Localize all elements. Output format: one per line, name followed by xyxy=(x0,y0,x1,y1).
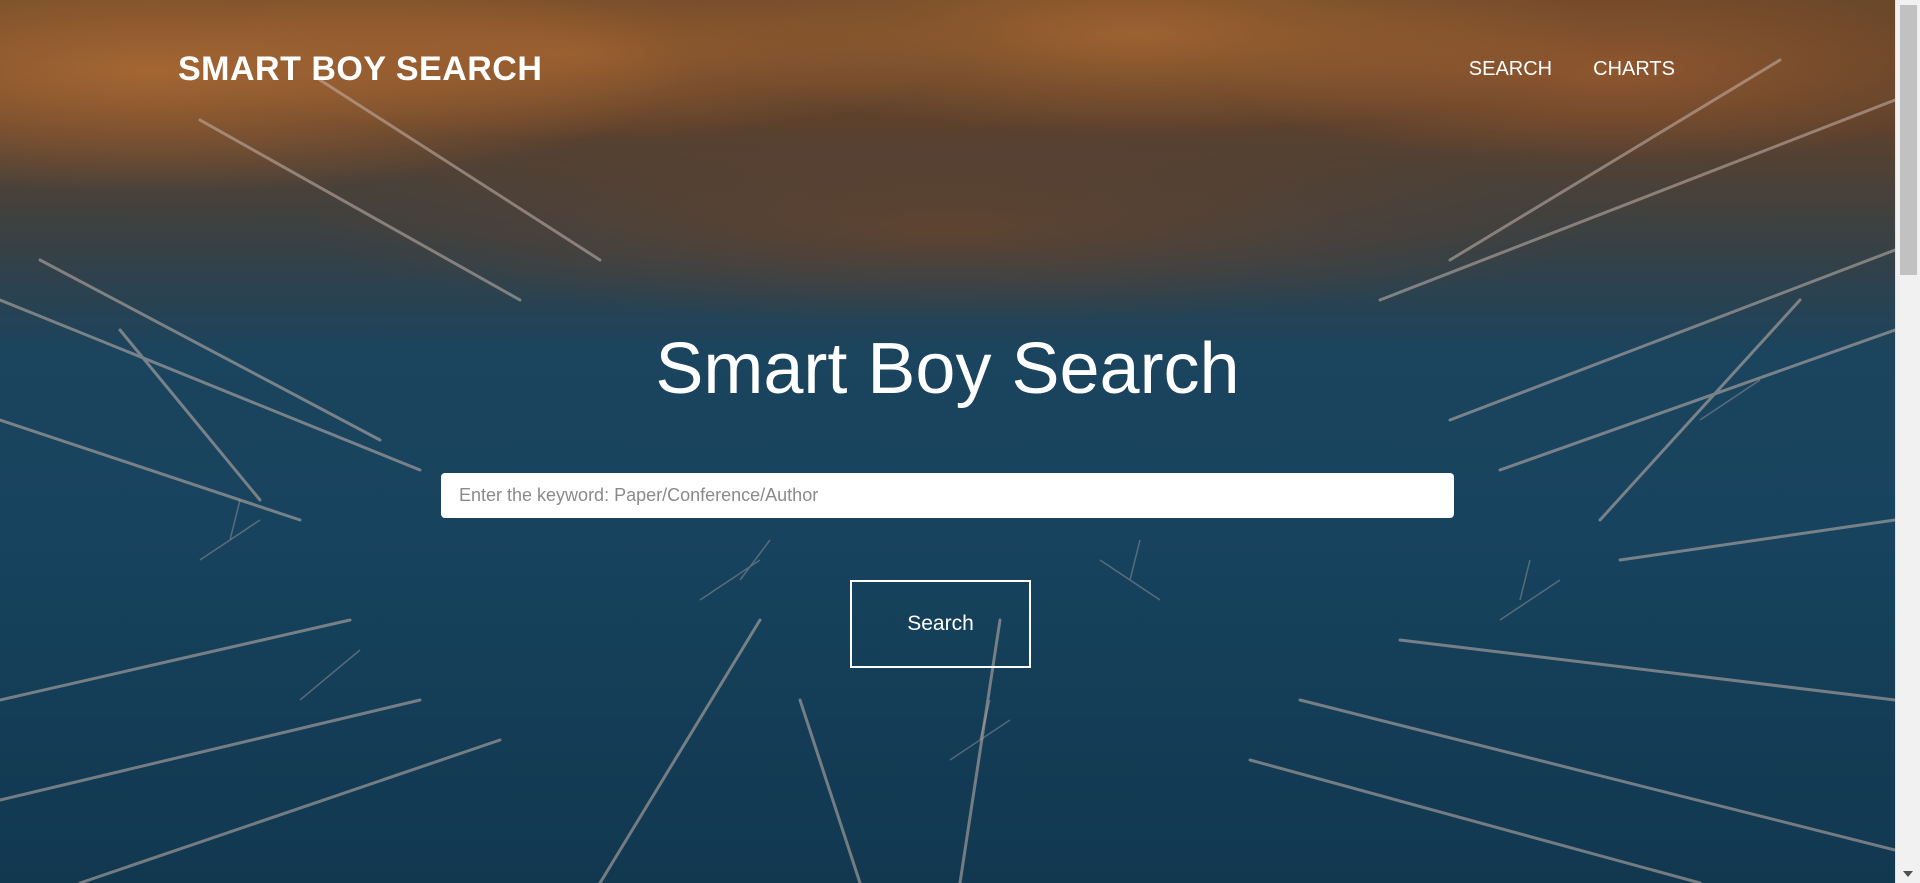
top-navbar: SMART BOY SEARCH SEARCH CHARTS xyxy=(0,0,1895,140)
search-input[interactable] xyxy=(441,473,1454,518)
nav-link-charts[interactable]: CHARTS xyxy=(1593,58,1675,81)
hero-title: Smart Boy Search xyxy=(655,329,1240,409)
brand-logo-link[interactable]: SMART BOY SEARCH xyxy=(178,50,542,89)
search-button[interactable]: Search xyxy=(850,580,1031,668)
page: SMART BOY SEARCH SEARCH CHARTS Smart Boy… xyxy=(0,0,1920,883)
nav-links: SEARCH CHARTS xyxy=(1469,58,1675,81)
scrollbar-thumb[interactable] xyxy=(1900,5,1917,275)
scroll-down-arrow-icon[interactable] xyxy=(1903,871,1913,877)
nav-link-search[interactable]: SEARCH xyxy=(1469,58,1552,81)
vertical-scrollbar[interactable] xyxy=(1895,0,1920,883)
